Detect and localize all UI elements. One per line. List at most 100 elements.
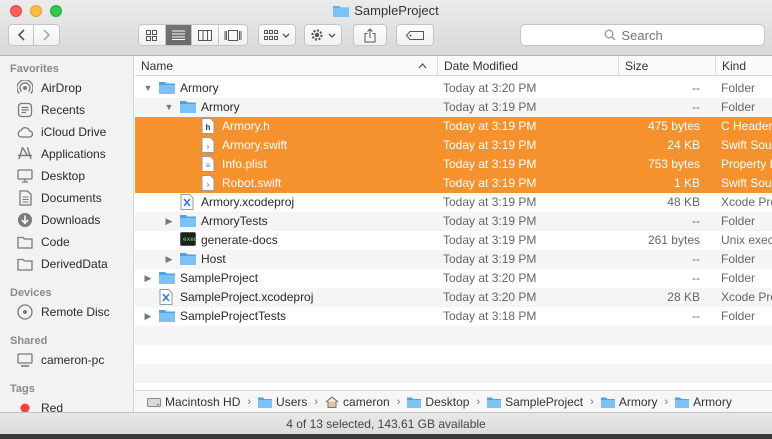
folder-icon xyxy=(159,270,175,286)
file-date-modified: Today at 3:19 PM xyxy=(443,214,537,228)
sidebar-item-cameron-pc[interactable]: cameron-pc xyxy=(17,350,104,370)
file-size: -- xyxy=(692,214,700,228)
file-row[interactable]: ▶ SampleProject Today at 3:20 PM -- Folder xyxy=(135,269,772,288)
sidebar-item-airdrop[interactable]: AirDrop xyxy=(17,78,82,98)
sidebar-item-deriveddata[interactable]: DerivedData xyxy=(17,254,108,274)
sidebar-item-documents[interactable]: Documents xyxy=(17,188,102,208)
file-row[interactable]: exec generate-docs Today at 3:19 PM 261 byt… xyxy=(135,231,772,250)
folder-icon xyxy=(159,308,175,324)
sidebar-item-icloud-drive[interactable]: iCloud Drive xyxy=(17,122,106,142)
disclosure-expanded-icon[interactable]: ▼ xyxy=(143,83,153,93)
path-crumb-label: cameron xyxy=(343,394,390,409)
file-row[interactable]: ≡ Info.plist Today at 3:19 PM 753 bytes Prop… xyxy=(135,155,772,174)
file-row[interactable]: ▼ Armory Today at 3:20 PM -- Folder xyxy=(135,79,772,98)
path-crumb[interactable]: Users xyxy=(258,395,307,409)
folder-icon xyxy=(17,256,33,272)
sidebar-item-label: Desktop xyxy=(41,169,86,183)
sidebar-item-label: AirDrop xyxy=(41,81,82,95)
file-list: ▼ Armory Today at 3:20 PM -- Folder ▼ Armory To… xyxy=(135,79,772,385)
cloud-icon xyxy=(17,124,33,140)
computer-icon xyxy=(17,352,33,368)
file-name: SampleProject xyxy=(180,271,259,285)
column-header-row: Name Date Modified Size Kind xyxy=(135,56,772,76)
chevron-right-icon xyxy=(42,29,50,41)
path-crumb[interactable]: SampleProject xyxy=(487,395,583,409)
sidebar-item-remote-disc[interactable]: Remote Disc xyxy=(17,302,110,322)
sidebar-heading-devices: Devices xyxy=(10,287,52,299)
folder-icon xyxy=(333,6,350,17)
applications-icon xyxy=(17,146,33,162)
file-kind: Folder xyxy=(721,81,756,95)
column-header-size-label: Size xyxy=(625,59,649,73)
chevron-left-icon xyxy=(17,29,25,41)
sidebar-item-label: DerivedData xyxy=(41,257,108,271)
column-header-kind[interactable]: Kind xyxy=(715,56,772,76)
file-row[interactable]: h Armory.h Today at 3:19 PM 475 bytes C Head… xyxy=(135,117,772,136)
column-header-size[interactable]: Size xyxy=(618,56,713,76)
file-row[interactable]: SampleProject.xcodeproj Today at 3:20 PM 2… xyxy=(135,288,772,307)
search-field[interactable] xyxy=(520,24,765,46)
path-crumb[interactable]: cameron xyxy=(325,395,390,409)
airdrop-icon xyxy=(17,80,33,96)
file-kind: Swift Source xyxy=(721,176,772,190)
file-row[interactable]: ▶ ArmoryTests Today at 3:19 PM -- Folder xyxy=(135,212,772,231)
file-name: SampleProject.xcodeproj xyxy=(180,290,314,304)
file-size: -- xyxy=(692,309,700,323)
sidebar-item-desktop[interactable]: Desktop xyxy=(17,166,85,186)
file-row[interactable]: ▼ Armory Today at 3:19 PM -- Folder xyxy=(135,98,772,117)
file-row[interactable]: ▶ SampleProjectTests Today at 3:18 PM -- Fol… xyxy=(135,307,772,326)
search-input[interactable] xyxy=(621,27,682,43)
file-row[interactable]: Armory.xcodeproj Today at 3:19 PM 48 KB Xco… xyxy=(135,193,772,212)
file-row[interactable]: › Robot.swift Today at 3:19 PM 1 KB Swift So… xyxy=(135,174,772,193)
sidebar-item-code[interactable]: Code xyxy=(17,232,70,252)
share-icon xyxy=(364,27,376,42)
column-header-date-label: Date Modified xyxy=(444,59,519,73)
path-crumb-label: Armory xyxy=(693,394,732,409)
file-row[interactable]: ▶ Host Today at 3:19 PM -- Folder xyxy=(135,250,772,269)
svg-text:›: › xyxy=(207,180,210,189)
gallery-view-button[interactable] xyxy=(219,25,247,45)
forward-button[interactable] xyxy=(34,25,59,45)
disclosure-expanded-icon[interactable]: ▼ xyxy=(164,102,174,112)
column-header-date[interactable]: Date Modified xyxy=(437,56,617,76)
file-date-modified: Today at 3:19 PM xyxy=(443,157,537,171)
path-crumb[interactable]: Armory xyxy=(600,395,658,409)
file-name: Armory.xcodeproj xyxy=(201,195,295,209)
arrange-icon xyxy=(264,30,278,40)
desktop-icon xyxy=(17,168,33,184)
icon-view-button[interactable] xyxy=(139,25,166,45)
share-button[interactable] xyxy=(353,24,387,46)
path-separator-chevron-icon: › xyxy=(664,395,669,408)
path-crumb[interactable]: Desktop xyxy=(407,395,469,409)
file-date-modified: Today at 3:20 PM xyxy=(443,81,537,95)
column-header-name[interactable]: Name xyxy=(135,56,435,76)
file-row[interactable]: › Armory.swift Today at 3:19 PM 24 KB Swift … xyxy=(135,136,772,155)
sidebar-item-downloads[interactable]: Downloads xyxy=(17,210,100,230)
sidebar-item-label: Recents xyxy=(41,103,86,117)
chevron-down-icon xyxy=(328,33,336,38)
arrange-menu-button[interactable] xyxy=(258,24,296,46)
disclosure-collapsed-icon[interactable]: ▶ xyxy=(143,273,153,283)
path-separator-chevron-icon: › xyxy=(247,395,252,408)
sidebar-item-applications[interactable]: Applications xyxy=(17,144,106,164)
path-bar: Macintosh HD › Users › cameron › Desktop › Sampl… xyxy=(135,390,772,412)
sidebar-heading-tags: Tags xyxy=(10,383,35,395)
path-separator-chevron-icon: › xyxy=(590,395,594,408)
path-crumb[interactable]: Armory xyxy=(675,395,732,409)
column-view-button[interactable] xyxy=(192,25,219,45)
grid-icon xyxy=(146,29,158,41)
gallery-icon xyxy=(224,29,242,41)
list-view-button[interactable] xyxy=(165,25,193,45)
folder-icon xyxy=(17,234,33,250)
path-crumb[interactable]: Macintosh HD xyxy=(147,395,240,409)
disclosure-collapsed-icon[interactable]: ▶ xyxy=(164,216,174,226)
action-menu-button[interactable] xyxy=(304,24,342,46)
disclosure-collapsed-icon[interactable]: ▶ xyxy=(143,311,153,321)
svg-text:›: › xyxy=(207,142,210,151)
file-kind: Unix executable xyxy=(721,233,772,247)
back-button[interactable] xyxy=(9,25,35,45)
edit-tags-button[interactable] xyxy=(396,24,434,46)
sidebar-item-recents[interactable]: Recents xyxy=(17,100,85,120)
file-date-modified: Today at 3:19 PM xyxy=(443,119,537,133)
disclosure-collapsed-icon[interactable]: ▶ xyxy=(164,254,174,264)
